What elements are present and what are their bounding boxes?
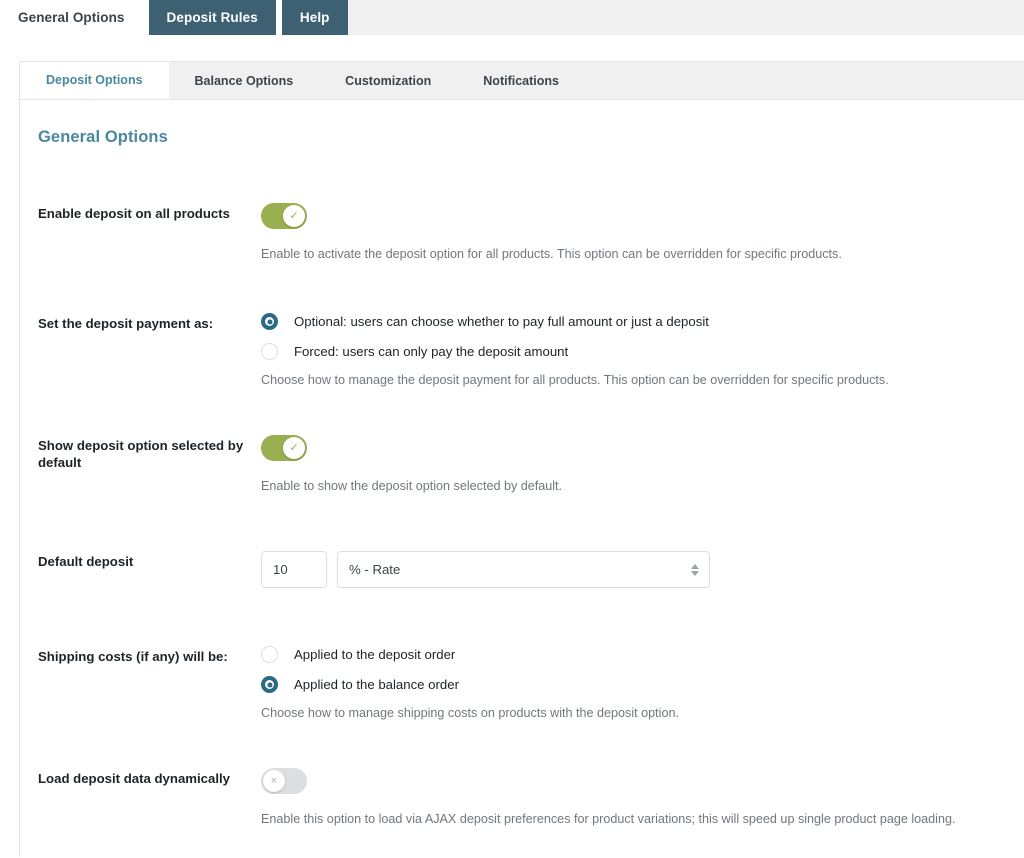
setting-row-deposit-payment-as: Set the deposit payment as: Optional: us… xyxy=(20,313,1024,389)
setting-field-show-deposit-default: ✓ Enable to show the deposit option sele… xyxy=(261,435,1024,495)
radio-label-forced: Forced: users can only pay the deposit a… xyxy=(294,344,569,359)
default-deposit-amount-input[interactable] xyxy=(261,551,327,588)
radio-icon-deposit-order xyxy=(261,646,278,663)
sub-tab-bar: Deposit Options Balance Options Customiz… xyxy=(20,62,1024,100)
radio-icon-balance-order xyxy=(261,676,278,693)
toggle-enable-deposit[interactable]: ✓ xyxy=(261,203,307,229)
top-tab-general-options-label: General Options xyxy=(18,10,125,25)
setting-field-enable-deposit: ✓ Enable to activate the deposit option … xyxy=(261,203,1024,263)
default-deposit-controls: % - Rate xyxy=(261,551,1024,588)
close-icon: × xyxy=(263,770,285,792)
tab-notifications-label: Notifications xyxy=(483,73,559,88)
setting-label-load-dynamically: Load deposit data dynamically xyxy=(38,771,230,786)
setting-label-shipping-costs: Shipping costs (if any) will be: xyxy=(38,649,228,664)
tab-balance-options[interactable]: Balance Options xyxy=(169,62,320,99)
top-tab-deposit-rules-label: Deposit Rules xyxy=(166,10,258,25)
top-tab-help-label: Help xyxy=(299,10,330,25)
setting-description-deposit-payment-as: Choose how to manage the deposit payment… xyxy=(261,373,889,387)
default-deposit-type-select-wrap: % - Rate xyxy=(337,551,710,588)
default-deposit-type-select[interactable]: % - Rate xyxy=(337,551,710,588)
radio-option-deposit-order[interactable]: Applied to the deposit order xyxy=(261,646,1024,663)
sub-tab-filler xyxy=(584,62,1024,99)
tab-deposit-options[interactable]: Deposit Options xyxy=(20,62,169,99)
page-title: General Options xyxy=(38,128,168,146)
radio-icon-forced xyxy=(261,343,278,360)
tab-balance-options-label: Balance Options xyxy=(194,73,294,88)
settings-panel: Deposit Options Balance Options Customiz… xyxy=(19,61,1024,858)
toggle-show-deposit-default[interactable]: ✓ xyxy=(261,435,307,461)
top-tab-deposit-rules[interactable]: Deposit Rules xyxy=(148,0,276,35)
tab-customization-label: Customization xyxy=(345,73,432,88)
radio-label-deposit-order: Applied to the deposit order xyxy=(294,647,456,662)
top-tab-general-options[interactable]: General Options xyxy=(0,0,143,35)
check-icon: ✓ xyxy=(283,437,305,459)
top-tab-help[interactable]: Help xyxy=(281,0,348,35)
tab-deposit-options-label: Deposit Options xyxy=(46,73,143,87)
toggle-load-dynamically[interactable]: × xyxy=(261,768,307,794)
radio-option-forced[interactable]: Forced: users can only pay the deposit a… xyxy=(261,343,1024,360)
setting-field-load-dynamically: × Enable this option to load via AJAX de… xyxy=(261,768,1024,828)
settings-rows: Enable deposit on all products ✓ Enable … xyxy=(20,147,1024,828)
setting-row-show-deposit-default: Show deposit option selected by default … xyxy=(20,435,1024,495)
setting-field-default-deposit: % - Rate xyxy=(261,551,1024,588)
radio-label-optional: Optional: users can choose whether to pa… xyxy=(294,314,709,329)
tab-customization[interactable]: Customization xyxy=(319,62,457,99)
setting-label-default-deposit: Default deposit xyxy=(38,554,134,569)
radio-group-deposit-payment-as: Optional: users can choose whether to pa… xyxy=(261,313,1024,360)
radio-icon-optional xyxy=(261,313,278,330)
setting-label-deposit-payment-as: Set the deposit payment as: xyxy=(38,316,214,331)
tab-notifications[interactable]: Notifications xyxy=(457,62,585,99)
setting-field-deposit-payment-as: Optional: users can choose whether to pa… xyxy=(261,313,1024,389)
top-navigation-bar: General Options Deposit Rules Help xyxy=(0,0,1024,36)
settings-content: General Options Enable deposit on all pr… xyxy=(20,100,1024,858)
setting-description-enable-deposit: Enable to activate the deposit option fo… xyxy=(261,247,842,261)
setting-field-shipping-costs: Applied to the deposit order Applied to … xyxy=(261,646,1024,722)
setting-row-load-dynamically: Load deposit data dynamically × Enable t… xyxy=(20,768,1024,828)
setting-row-shipping-costs: Shipping costs (if any) will be: Applied… xyxy=(20,646,1024,722)
radio-label-balance-order: Applied to the balance order xyxy=(294,677,459,692)
setting-description-load-dynamically: Enable this option to load via AJAX depo… xyxy=(261,812,956,826)
setting-row-enable-deposit: Enable deposit on all products ✓ Enable … xyxy=(20,203,1024,263)
setting-label-enable-deposit: Enable deposit on all products xyxy=(38,206,230,221)
check-icon: ✓ xyxy=(283,205,305,227)
radio-option-optional[interactable]: Optional: users can choose whether to pa… xyxy=(261,313,1024,330)
top-navigation-filler xyxy=(347,0,1024,35)
radio-group-shipping-costs: Applied to the deposit order Applied to … xyxy=(261,646,1024,693)
setting-row-default-deposit: Default deposit % - Rate xyxy=(20,551,1024,588)
setting-description-show-deposit-default: Enable to show the deposit option select… xyxy=(261,479,563,493)
setting-label-show-deposit-default: Show deposit option selected by default xyxy=(38,438,244,470)
setting-description-shipping-costs: Choose how to manage shipping costs on p… xyxy=(261,706,679,720)
default-deposit-type-value: % - Rate xyxy=(349,562,401,577)
radio-option-balance-order[interactable]: Applied to the balance order xyxy=(261,676,1024,693)
